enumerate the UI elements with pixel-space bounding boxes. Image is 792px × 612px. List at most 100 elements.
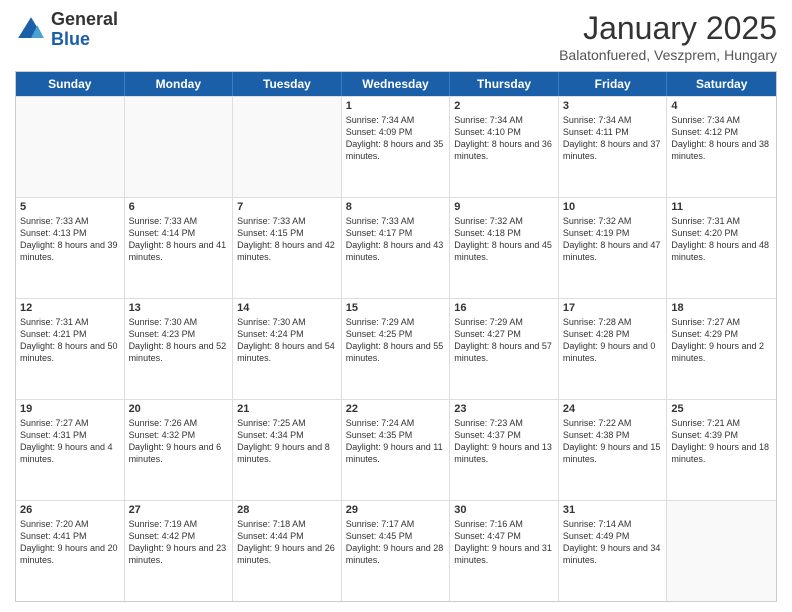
calendar-cell (667, 501, 776, 601)
day-info: Sunrise: 7:32 AM Sunset: 4:19 PM Dayligh… (563, 215, 663, 264)
day-info: Sunrise: 7:29 AM Sunset: 4:27 PM Dayligh… (454, 316, 554, 365)
day-number: 17 (563, 302, 663, 314)
day-number: 3 (563, 100, 663, 112)
day-info: Sunrise: 7:22 AM Sunset: 4:38 PM Dayligh… (563, 417, 663, 466)
logo: General Blue (15, 10, 118, 50)
day-number: 2 (454, 100, 554, 112)
calendar-row: 5Sunrise: 7:33 AM Sunset: 4:13 PM Daylig… (16, 197, 776, 298)
day-info: Sunrise: 7:34 AM Sunset: 4:11 PM Dayligh… (563, 114, 663, 163)
page: General Blue January 2025 Balatonfuered,… (0, 0, 792, 612)
day-info: Sunrise: 7:25 AM Sunset: 4:34 PM Dayligh… (237, 417, 337, 466)
calendar-cell: 27 Sunrise: 7:19 AM Sunset: 4:42 PM Dayli… (125, 501, 234, 601)
day-info: Sunrise: 7:18 AM Sunset: 4:44 PM Dayligh… (237, 518, 337, 567)
calendar-cell: 6Sunrise: 7:33 AM Sunset: 4:14 PM Daylig… (125, 198, 234, 298)
day-info: Sunrise: 7:27 AM Sunset: 4:29 PM Dayligh… (671, 316, 772, 365)
calendar-cell: 9 Sunrise: 7:32 AM Sunset: 4:18 PM Daylig… (450, 198, 559, 298)
header: General Blue January 2025 Balatonfuered,… (15, 10, 777, 63)
calendar-cell: 22 Sunrise: 7:24 AM Sunset: 4:35 PM Dayli… (342, 400, 451, 500)
day-info: Sunrise: 7:24 AM Sunset: 4:35 PM Dayligh… (346, 417, 446, 466)
day-number: 16 (454, 302, 554, 314)
day-info: Sunrise: 7:19 AM Sunset: 4:42 PM Dayligh… (129, 518, 229, 567)
day-info: Sunrise: 7:30 AM Sunset: 4:23 PM Dayligh… (129, 316, 229, 365)
calendar-cell: 5Sunrise: 7:33 AM Sunset: 4:13 PM Daylig… (16, 198, 125, 298)
day-number: 15 (346, 302, 446, 314)
day-info: Sunrise: 7:16 AM Sunset: 4:47 PM Dayligh… (454, 518, 554, 567)
calendar-cell: 10 Sunrise: 7:32 AM Sunset: 4:19 PM Dayli… (559, 198, 668, 298)
header-day: Wednesday (342, 72, 451, 96)
calendar-header: SundayMondayTuesdayWednesdayThursdayFrid… (16, 72, 776, 96)
calendar-cell: 7 Sunrise: 7:33 AM Sunset: 4:15 PM Daylig… (233, 198, 342, 298)
day-info: Sunrise: 7:31 AM Sunset: 4:21 PM Dayligh… (20, 316, 120, 365)
calendar: SundayMondayTuesdayWednesdayThursdayFrid… (15, 71, 777, 602)
calendar-cell: 11Sunrise: 7:31 AM Sunset: 4:20 PM Dayli… (667, 198, 776, 298)
calendar-cell: 14Sunrise: 7:30 AM Sunset: 4:24 PM Dayli… (233, 299, 342, 399)
day-info: Sunrise: 7:31 AM Sunset: 4:20 PM Dayligh… (671, 215, 772, 264)
day-number: 20 (129, 403, 229, 415)
day-number: 7 (237, 201, 337, 213)
day-number: 8 (346, 201, 446, 213)
day-number: 27 (129, 504, 229, 516)
day-number: 10 (563, 201, 663, 213)
header-day: Tuesday (233, 72, 342, 96)
day-info: Sunrise: 7:34 AM Sunset: 4:12 PM Dayligh… (671, 114, 772, 163)
day-info: Sunrise: 7:17 AM Sunset: 4:45 PM Dayligh… (346, 518, 446, 567)
title-block: January 2025 Balatonfuered, Veszprem, Hu… (559, 10, 777, 63)
day-number: 9 (454, 201, 554, 213)
day-number: 12 (20, 302, 120, 314)
day-info: Sunrise: 7:21 AM Sunset: 4:39 PM Dayligh… (671, 417, 772, 466)
day-info: Sunrise: 7:14 AM Sunset: 4:49 PM Dayligh… (563, 518, 663, 567)
calendar-cell: 21 Sunrise: 7:25 AM Sunset: 4:34 PM Dayli… (233, 400, 342, 500)
month-title: January 2025 (559, 10, 777, 47)
day-number: 31 (563, 504, 663, 516)
calendar-cell: 31 Sunrise: 7:14 AM Sunset: 4:49 PM Dayli… (559, 501, 668, 601)
calendar-cell: 30 Sunrise: 7:16 AM Sunset: 4:47 PM Dayli… (450, 501, 559, 601)
day-info: Sunrise: 7:27 AM Sunset: 4:31 PM Dayligh… (20, 417, 120, 466)
day-number: 18 (671, 302, 772, 314)
calendar-row: 1 Sunrise: 7:34 AM Sunset: 4:09 PM Daylig… (16, 96, 776, 197)
calendar-cell (233, 97, 342, 197)
day-number: 30 (454, 504, 554, 516)
calendar-cell: 23Sunrise: 7:23 AM Sunset: 4:37 PM Dayli… (450, 400, 559, 500)
day-number: 4 (671, 100, 772, 112)
calendar-cell: 2Sunrise: 7:34 AM Sunset: 4:10 PM Daylig… (450, 97, 559, 197)
day-info: Sunrise: 7:33 AM Sunset: 4:13 PM Dayligh… (20, 215, 120, 264)
calendar-cell: 17Sunrise: 7:28 AM Sunset: 4:28 PM Dayli… (559, 299, 668, 399)
calendar-cell: 20Sunrise: 7:26 AM Sunset: 4:32 PM Dayli… (125, 400, 234, 500)
logo-icon (15, 14, 47, 46)
header-day: Saturday (667, 72, 776, 96)
calendar-cell (16, 97, 125, 197)
day-info: Sunrise: 7:34 AM Sunset: 4:09 PM Dayligh… (346, 114, 446, 163)
calendar-cell: 15 Sunrise: 7:29 AM Sunset: 4:25 PM Dayli… (342, 299, 451, 399)
calendar-cell: 8Sunrise: 7:33 AM Sunset: 4:17 PM Daylig… (342, 198, 451, 298)
day-number: 13 (129, 302, 229, 314)
calendar-body: 1 Sunrise: 7:34 AM Sunset: 4:09 PM Daylig… (16, 96, 776, 601)
calendar-cell: 1 Sunrise: 7:34 AM Sunset: 4:09 PM Daylig… (342, 97, 451, 197)
day-number: 21 (237, 403, 337, 415)
day-number: 28 (237, 504, 337, 516)
day-info: Sunrise: 7:32 AM Sunset: 4:18 PM Dayligh… (454, 215, 554, 264)
day-number: 29 (346, 504, 446, 516)
calendar-row: 26Sunrise: 7:20 AM Sunset: 4:41 PM Dayli… (16, 500, 776, 601)
calendar-row: 12 Sunrise: 7:31 AM Sunset: 4:21 PM Dayli… (16, 298, 776, 399)
day-info: Sunrise: 7:33 AM Sunset: 4:15 PM Dayligh… (237, 215, 337, 264)
day-number: 1 (346, 100, 446, 112)
day-info: Sunrise: 7:30 AM Sunset: 4:24 PM Dayligh… (237, 316, 337, 365)
calendar-cell: 25Sunrise: 7:21 AM Sunset: 4:39 PM Dayli… (667, 400, 776, 500)
calendar-cell (125, 97, 234, 197)
logo-text: General Blue (51, 10, 118, 50)
calendar-row: 19 Sunrise: 7:27 AM Sunset: 4:31 PM Dayli… (16, 399, 776, 500)
logo-general: General (51, 10, 118, 30)
calendar-cell: 12 Sunrise: 7:31 AM Sunset: 4:21 PM Dayli… (16, 299, 125, 399)
header-day: Monday (125, 72, 234, 96)
calendar-cell: 4 Sunrise: 7:34 AM Sunset: 4:12 PM Daylig… (667, 97, 776, 197)
day-number: 19 (20, 403, 120, 415)
header-day: Sunday (16, 72, 125, 96)
calendar-cell: 29 Sunrise: 7:17 AM Sunset: 4:45 PM Dayli… (342, 501, 451, 601)
calendar-cell: 19 Sunrise: 7:27 AM Sunset: 4:31 PM Dayli… (16, 400, 125, 500)
day-number: 22 (346, 403, 446, 415)
header-day: Friday (559, 72, 668, 96)
day-info: Sunrise: 7:29 AM Sunset: 4:25 PM Dayligh… (346, 316, 446, 365)
calendar-cell: 3 Sunrise: 7:34 AM Sunset: 4:11 PM Daylig… (559, 97, 668, 197)
day-number: 23 (454, 403, 554, 415)
calendar-cell: 18 Sunrise: 7:27 AM Sunset: 4:29 PM Dayli… (667, 299, 776, 399)
